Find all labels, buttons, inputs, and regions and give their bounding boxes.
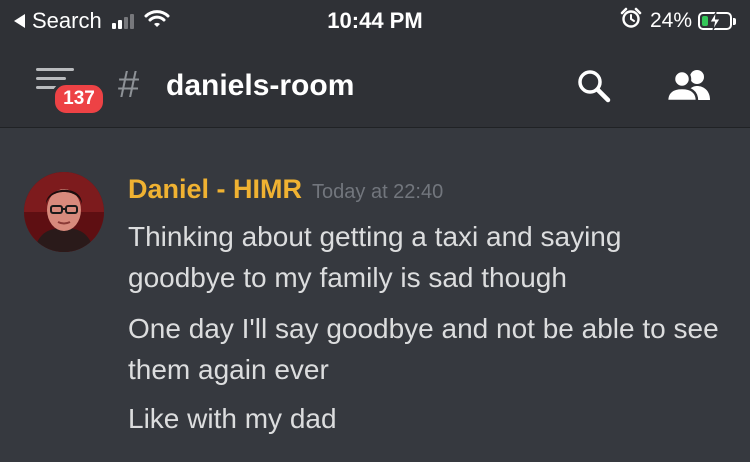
status-bar: Search 10:44 PM 24% — [0, 0, 750, 42]
notification-badge: 137 — [52, 82, 106, 116]
avatar[interactable] — [24, 172, 104, 252]
battery-icon — [698, 11, 732, 31]
alarm-icon — [620, 7, 642, 35]
status-right: 24% — [620, 6, 736, 36]
members-icon[interactable] — [664, 68, 714, 107]
message-line[interactable]: One day I'll say goodbye and not be able… — [128, 308, 728, 390]
channel-name[interactable]: daniels-room — [166, 66, 354, 106]
battery-fill — [702, 16, 708, 26]
message-header: Daniel - HIMR Today at 22:40 — [128, 174, 443, 205]
channel-hash-icon: # — [118, 64, 140, 106]
battery-cap — [733, 17, 736, 25]
message-timestamp: Today at 22:40 — [312, 181, 444, 203]
search-icon[interactable] — [576, 68, 612, 109]
battery-percent: 24% — [649, 9, 692, 32]
charging-bolt-icon — [709, 11, 721, 36]
channel-header: 137 # daniels-room — [0, 44, 750, 128]
message-line[interactable]: Thinking about getting a taxi and saying… — [128, 216, 728, 298]
author-name[interactable]: Daniel - HIMR — [128, 174, 302, 204]
message-line[interactable]: Like with my dad — [128, 398, 728, 439]
